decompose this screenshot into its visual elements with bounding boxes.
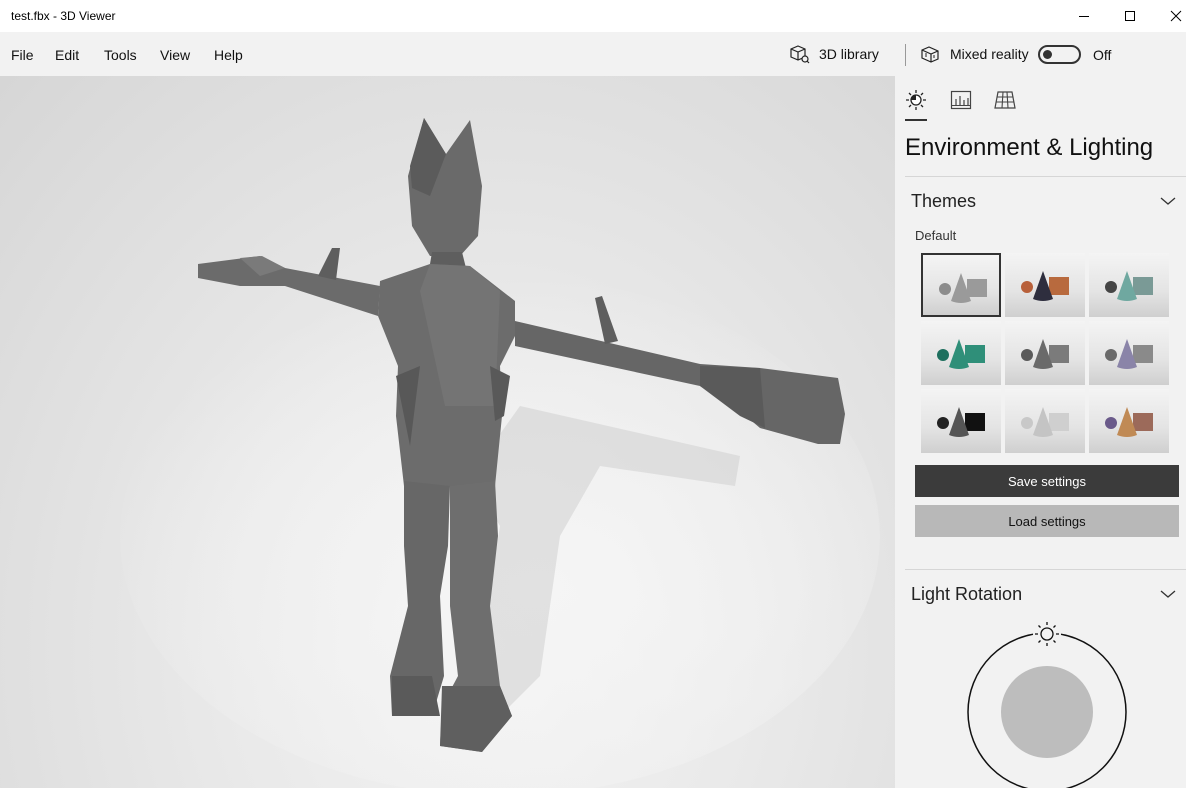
stats-icon bbox=[950, 90, 972, 110]
mixed-reality-label: Mixed reality bbox=[950, 46, 1029, 62]
cube-library-icon bbox=[790, 45, 810, 64]
3d-viewport[interactable] bbox=[0, 76, 895, 788]
grid-icon bbox=[994, 91, 1016, 109]
theme-grey[interactable] bbox=[921, 253, 1001, 317]
window-title: test.fbx - 3D Viewer bbox=[11, 9, 116, 23]
theme-preview bbox=[937, 339, 985, 369]
sun-icon bbox=[906, 90, 926, 110]
light-rotation-heading[interactable]: Light Rotation bbox=[911, 584, 1022, 605]
theme-warm[interactable] bbox=[1089, 389, 1169, 453]
theme-preview bbox=[1105, 339, 1153, 369]
theme-dusk[interactable] bbox=[1005, 253, 1085, 317]
tab-statistics[interactable] bbox=[946, 88, 976, 112]
3d-library-button[interactable]: 3D library bbox=[789, 42, 879, 66]
3d-library-label: 3D library bbox=[819, 46, 879, 62]
tab-grid[interactable] bbox=[990, 88, 1020, 112]
mixed-reality-toggle[interactable] bbox=[1038, 45, 1081, 64]
theme-preview bbox=[1021, 407, 1069, 437]
menu-divider bbox=[905, 44, 906, 66]
theme-preview bbox=[1021, 339, 1069, 369]
theme-preview bbox=[1105, 271, 1153, 301]
theme-current-label: Default bbox=[915, 228, 957, 243]
active-tab-indicator bbox=[905, 119, 927, 121]
mixed-reality-button[interactable]: Mixed reality bbox=[920, 42, 1029, 66]
menu-view[interactable]: View bbox=[160, 47, 190, 63]
theme-violet[interactable] bbox=[1089, 321, 1169, 385]
theme-preview bbox=[1021, 271, 1069, 301]
menu-help[interactable]: Help bbox=[214, 47, 243, 63]
load-settings-button[interactable]: Load settings bbox=[915, 505, 1179, 537]
maximize-button[interactable] bbox=[1107, 0, 1153, 32]
minimize-button[interactable] bbox=[1061, 0, 1107, 32]
chevron-down-icon[interactable] bbox=[1160, 196, 1176, 206]
title-bar: test.fbx - 3D Viewer bbox=[0, 0, 1186, 32]
theme-slate[interactable] bbox=[1005, 321, 1085, 385]
mixed-reality-icon bbox=[921, 46, 939, 63]
chevron-down-icon[interactable] bbox=[1160, 589, 1176, 599]
minimize-icon bbox=[1079, 16, 1089, 17]
close-icon bbox=[1170, 10, 1182, 22]
theme-preview bbox=[1105, 407, 1153, 437]
menu-edit[interactable]: Edit bbox=[55, 47, 79, 63]
light-sun-handle[interactable] bbox=[1033, 620, 1061, 648]
save-settings-button[interactable]: Save settings bbox=[915, 465, 1179, 497]
light-rotation-dial[interactable] bbox=[955, 616, 1139, 788]
themes-heading[interactable]: Themes bbox=[911, 191, 976, 212]
section-divider bbox=[905, 569, 1186, 570]
theme-light[interactable] bbox=[1005, 389, 1085, 453]
menu-file[interactable]: File bbox=[11, 47, 34, 63]
panel-title: Environment & Lighting bbox=[905, 134, 1154, 161]
theme-teal[interactable] bbox=[1089, 253, 1169, 317]
menu-tools[interactable]: Tools bbox=[104, 47, 137, 63]
side-panel: Environment & Lighting Themes Default Sa… bbox=[895, 76, 1186, 788]
menu-bar: File Edit Tools View Help 3D library Mix… bbox=[0, 32, 1186, 76]
tab-environment[interactable] bbox=[901, 88, 931, 112]
mixed-reality-state: Off bbox=[1093, 47, 1112, 63]
theme-preview bbox=[939, 273, 987, 303]
model-render bbox=[120, 118, 880, 788]
section-divider bbox=[905, 176, 1186, 177]
close-button[interactable] bbox=[1153, 0, 1186, 32]
theme-green[interactable] bbox=[921, 321, 1001, 385]
theme-preview bbox=[937, 407, 985, 437]
theme-contrast[interactable] bbox=[921, 389, 1001, 453]
toggle-knob bbox=[1043, 50, 1052, 59]
maximize-icon bbox=[1125, 11, 1135, 21]
